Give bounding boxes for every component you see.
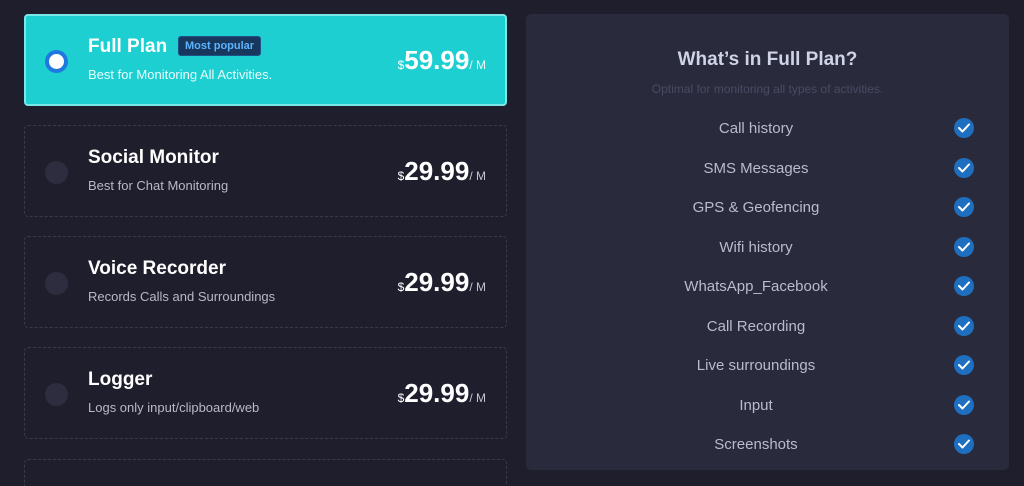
price-period: / M	[469, 391, 486, 405]
feature-item: Wifi history	[526, 235, 1009, 259]
check-circle-icon	[954, 197, 974, 217]
plan-description: Logs only input/clipboard/web	[88, 400, 260, 415]
most-popular-badge: Most popular	[178, 36, 262, 56]
plan-card-partial[interactable]	[24, 459, 507, 486]
plan-name: Social Monitor	[88, 147, 219, 168]
check-circle-icon	[954, 236, 974, 257]
feature-label: Wifi history	[719, 238, 793, 256]
feature-label: WhatsApp_Facebook	[684, 278, 828, 295]
check-circle-icon	[954, 157, 974, 178]
plan-name: Logger	[88, 369, 153, 390]
plan-card-voice-recorder[interactable]: Voice Recorder Records Calls and Surroun…	[24, 236, 507, 328]
features-title: What’s in Full Plan?	[677, 49, 858, 70]
features-panel: What’s in Full Plan? Optimal for monitor…	[526, 14, 1009, 470]
price-amount: 29.99	[404, 378, 470, 408]
pricing-page: Full Plan Most popular Best for Monitori…	[0, 0, 1024, 486]
price-amount: 59.99	[404, 45, 470, 75]
price-period: / M	[469, 169, 486, 183]
plan-card-social-monitor[interactable]: Social Monitor Best for Chat Monitoring …	[24, 125, 507, 217]
price-amount: 29.99	[404, 267, 470, 297]
check-circle-icon	[954, 315, 974, 336]
plan-description: Records Calls and Surroundings	[88, 289, 276, 304]
feature-item: SMS Messages	[526, 156, 1009, 180]
check-circle-icon	[954, 355, 974, 375]
feature-item: GPS & Geofencing	[526, 195, 1009, 219]
check-circle-icon	[954, 276, 974, 296]
feature-label: Call Recording	[706, 317, 806, 335]
plan-description: Best for Monitoring All Activities.	[88, 67, 273, 82]
check-circle-icon	[954, 118, 974, 138]
radio-unselected-icon[interactable]	[45, 383, 68, 406]
price-amount: 29.99	[404, 156, 470, 186]
price-period: / M	[469, 280, 486, 294]
feature-item: Screenshots	[526, 432, 1009, 456]
feature-label: Input	[739, 396, 773, 414]
price-period: / M	[469, 58, 486, 72]
feature-label: SMS Messages	[703, 159, 809, 177]
plan-description: Best for Chat Monitoring	[88, 178, 229, 193]
feature-label: Screenshots	[714, 436, 798, 453]
check-circle-icon	[954, 394, 974, 415]
feature-label: Live surroundings	[696, 357, 816, 374]
feature-label: GPS & Geofencing	[692, 199, 820, 216]
feature-item: Call history	[526, 116, 1009, 140]
radio-unselected-icon[interactable]	[45, 272, 68, 295]
feature-label: Call history	[718, 120, 794, 137]
plan-card-logger[interactable]: Logger Logs only input/clipboard/web $29…	[24, 347, 507, 439]
features-subtitle: Optimal for monitoring all types of acti…	[651, 82, 884, 96]
feature-item: WhatsApp_Facebook	[526, 274, 1009, 298]
radio-unselected-icon[interactable]	[45, 161, 68, 184]
plan-price: $59.99/ M	[398, 45, 486, 76]
check-circle-icon	[954, 434, 974, 454]
feature-item: Input	[526, 393, 1009, 417]
plan-price: $29.99/ M	[398, 267, 486, 298]
plan-price: $29.99/ M	[398, 378, 486, 409]
radio-selected-icon[interactable]	[45, 50, 68, 73]
plan-name: Full Plan	[88, 36, 168, 57]
feature-item: Call Recording	[526, 314, 1009, 338]
plan-card-full-plan[interactable]: Full Plan Most popular Best for Monitori…	[24, 14, 507, 106]
plan-name: Voice Recorder	[88, 258, 226, 279]
plan-price: $29.99/ M	[398, 156, 486, 187]
feature-item: Live surroundings	[526, 353, 1009, 377]
